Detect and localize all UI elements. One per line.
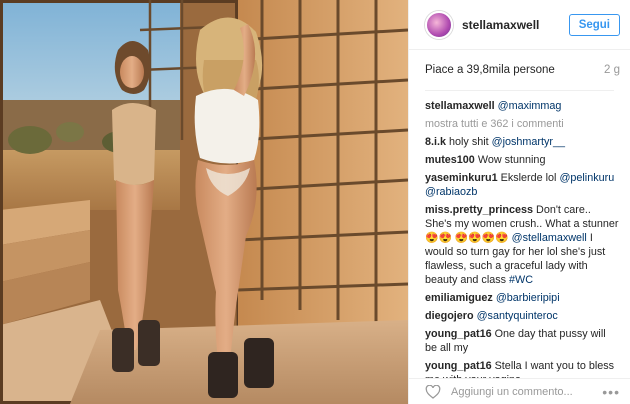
avatar[interactable] (425, 10, 453, 39)
comment-mention[interactable]: @pelinkuru (559, 172, 614, 184)
list-item: young_pat16 One day that pussy will be a… (425, 327, 620, 355)
comment-mention[interactable]: @stellamaxwell (512, 232, 587, 244)
comment-text: Wow stunning (477, 154, 546, 166)
comments-list: stellamaxwell @maximmag mostra tutti e 3… (409, 91, 630, 378)
likes-row: Piace a 39,8mila persone 2 g (409, 50, 630, 90)
list-item: emiliamiguez @barbieripipi (425, 291, 620, 305)
comment-mention[interactable]: @barbieripipi (496, 292, 560, 304)
list-item: young_pat16 Stella I want you to bless m… (425, 359, 620, 378)
comment-user[interactable]: yaseminkuru1 (425, 172, 498, 184)
follow-button[interactable]: Segui (568, 13, 620, 36)
comment-user[interactable]: young_pat16 (425, 328, 492, 340)
post-header: stellamaxwell Segui (409, 0, 630, 50)
comment-text: holy shit (449, 136, 489, 148)
ellipsis-icon[interactable]: ••• (602, 384, 620, 400)
comment-user[interactable]: young_pat16 (425, 360, 492, 372)
post-age[interactable]: 2 g (604, 64, 620, 76)
list-item: yaseminkuru1 Ekslerde lol @pelinkuru @ra… (425, 171, 620, 199)
comment-input[interactable] (451, 385, 603, 398)
comment-user[interactable]: emiliamiguez (425, 292, 493, 304)
list-item: miss.pretty_princess Don't care.. She's … (425, 203, 620, 287)
comment-user[interactable]: diegojero (425, 310, 474, 322)
comment-mention[interactable]: @santyquinteroc (477, 310, 558, 322)
comment-user[interactable]: miss.pretty_princess (425, 204, 533, 216)
likes-count[interactable]: Piace a 39,8mila persone (425, 64, 555, 76)
comment-mention[interactable]: @joshmartyr__ (492, 136, 565, 148)
heart-outline-icon[interactable] (425, 384, 441, 399)
photo-illustration (0, 0, 408, 404)
comment-user[interactable]: stellamaxwell (425, 100, 495, 112)
list-item: 8.i.k holy shit @joshmartyr__ (425, 135, 620, 149)
view-all-comments-link[interactable]: mostra tutti e 362 i commenti (425, 117, 620, 131)
comment-bar: ••• (409, 378, 630, 404)
caption: stellamaxwell @maximmag (425, 99, 620, 113)
post-photo[interactable] (0, 0, 408, 404)
comment-hashtag[interactable]: #WC (509, 274, 533, 286)
instagram-post: stellamaxwell Segui Piace a 39,8mila per… (0, 0, 630, 404)
comment-mention[interactable]: @maximmag (498, 100, 562, 112)
list-item: diegojero @santyquinteroc (425, 309, 620, 323)
list-item: mutes100 Wow stunning (425, 153, 620, 167)
comment-user[interactable]: 8.i.k (425, 136, 446, 148)
comment-mention[interactable]: @rabiaozb (425, 186, 477, 198)
post-side-panel: stellamaxwell Segui Piace a 39,8mila per… (408, 0, 630, 404)
comment-text: Ekslerde lol (500, 172, 557, 184)
comment-user[interactable]: mutes100 (425, 154, 475, 166)
post-username[interactable]: stellamaxwell (462, 18, 569, 32)
